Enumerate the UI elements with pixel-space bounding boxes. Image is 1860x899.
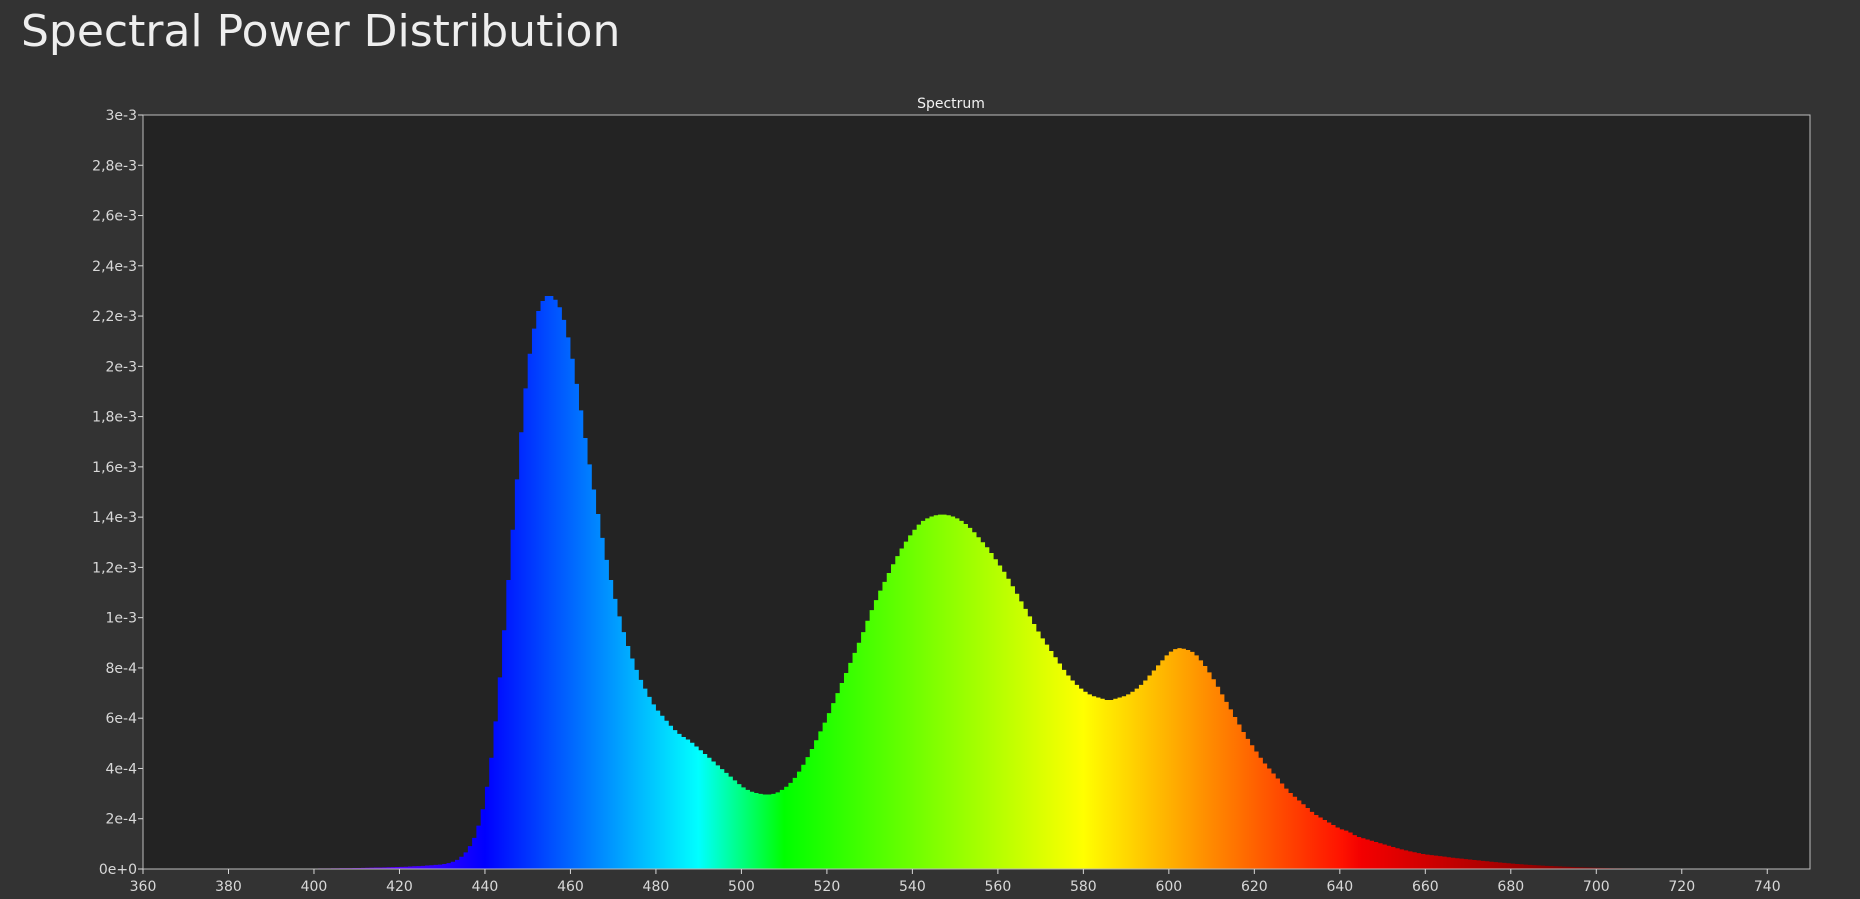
x-tick-label: 380 — [215, 879, 242, 895]
y-tick-label: 1,6e-3 — [92, 460, 137, 476]
spectrum-chart: Spectrum 0e+0 2e-4 4e-4 6e-4 8e-4 1e-3 1,2e-3 1… — [92, 96, 1811, 895]
y-tick-label: 0e+0 — [99, 862, 137, 878]
y-tick-label: 2,2e-3 — [92, 309, 137, 325]
x-tick-label: 620 — [1241, 879, 1268, 895]
y-axis: 0e+0 2e-4 4e-4 6e-4 8e-4 1e-3 1,2e-3 1,4e-3 1,6e… — [92, 108, 144, 878]
x-tick-label: 680 — [1497, 879, 1524, 895]
x-tick-label: 360 — [130, 879, 157, 895]
x-tick-label: 740 — [1754, 879, 1781, 895]
y-tick-label: 2e-3 — [106, 359, 137, 375]
x-tick-label: 440 — [472, 879, 499, 895]
x-tick-label: 660 — [1412, 879, 1439, 895]
chart-title: Spectrum — [917, 96, 985, 112]
x-axis: 360 380 400 420 440 460 480 500 520 540 560 580 600 6… — [130, 868, 1810, 895]
y-tick-label: 1,4e-3 — [92, 510, 137, 526]
y-tick-label: 6e-4 — [106, 711, 138, 727]
x-tick-label: 540 — [899, 879, 926, 895]
x-tick-label: 520 — [814, 879, 841, 895]
y-tick-label: 2e-4 — [106, 812, 138, 828]
x-tick-label: 580 — [1070, 879, 1097, 895]
y-tick-label: 8e-4 — [106, 661, 138, 677]
y-tick-label: 1,8e-3 — [92, 410, 137, 426]
x-tick-label: 420 — [386, 879, 413, 895]
x-tick-label: 560 — [985, 879, 1012, 895]
y-tick-label: 2,8e-3 — [92, 158, 137, 174]
x-tick-label: 400 — [301, 879, 328, 895]
y-tick-label: 2,6e-3 — [92, 209, 137, 225]
y-tick-label: 4e-4 — [106, 761, 138, 777]
spectral-power-page: Spectral Power Distribution Spectrum 0e+… — [0, 0, 1860, 899]
x-tick-label: 460 — [557, 879, 584, 895]
x-tick-label: 480 — [643, 879, 670, 895]
y-tick-label: 2,4e-3 — [92, 259, 137, 275]
x-tick-label: 700 — [1583, 879, 1610, 895]
x-tick-label: 500 — [728, 879, 755, 895]
y-tick-label: 1,2e-3 — [92, 560, 137, 576]
x-tick-label: 640 — [1326, 879, 1353, 895]
x-tick-label: 720 — [1668, 879, 1695, 895]
x-tick-label: 600 — [1155, 879, 1182, 895]
y-tick-label: 1e-3 — [106, 611, 137, 627]
y-tick-label: 3e-3 — [106, 108, 137, 124]
